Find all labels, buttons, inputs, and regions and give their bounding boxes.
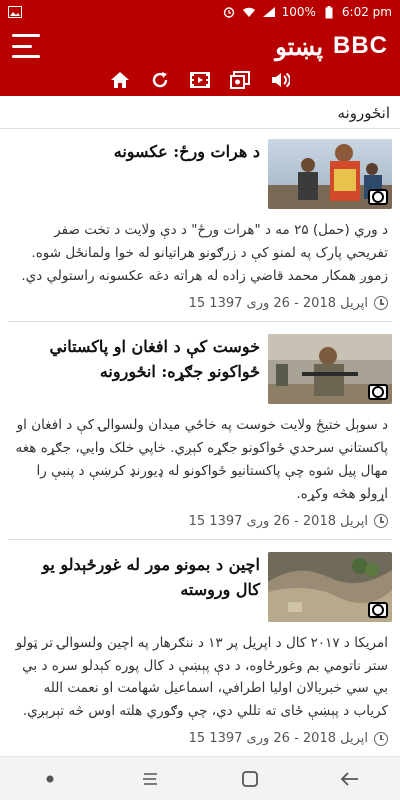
wifi-icon — [242, 6, 256, 18]
clock-icon — [374, 514, 388, 529]
article-thumbnail[interactable] — [268, 139, 392, 209]
home-button-icon[interactable] — [235, 764, 265, 794]
article-meta: 15 اپریل 2018 - 26 وری 1397 — [8, 514, 392, 529]
photo-badge-icon — [368, 383, 388, 400]
article-date: 15 اپریل 2018 - 26 وری 1397 — [188, 513, 368, 529]
battery-icon — [322, 5, 336, 18]
photo-badge-icon — [368, 189, 388, 205]
article-card[interactable]: خوست کې د افغان او پاکستاني ځواکونو جګړه… — [8, 333, 392, 540]
article-card[interactable]: اچین د بمونو مور له غورځېدلو یو کال وروس… — [8, 551, 392, 756]
article-meta: 15 اپریل 2018 - 26 وری 1397 — [8, 296, 392, 311]
section-divider — [0, 128, 400, 129]
article-list: انځورونه د هرات ورځ: عکسونه د وري (حمل) … — [0, 96, 400, 756]
brand: پښتو BBC — [275, 32, 388, 61]
article-thumbnail[interactable] — [268, 551, 392, 622]
photo-badge-icon — [368, 601, 388, 618]
video-icon[interactable] — [189, 69, 211, 91]
service-title: پښتو — [275, 31, 323, 61]
article-summary: امریکا د ۲۰۱۷ کال د اپریل پر ۱۳ د ننګرها… — [15, 634, 388, 720]
bbc-logo: BBC — [333, 32, 388, 59]
app-bar: پښتو BBC — [0, 24, 400, 68]
article-headline[interactable]: د هرات ورځ: عکسونه — [8, 139, 268, 165]
system-nav-bar — [0, 756, 400, 800]
back-icon[interactable] — [335, 764, 365, 794]
alarm-icon — [222, 6, 236, 18]
refresh-icon[interactable] — [149, 69, 171, 91]
assistant-dot-icon[interactable] — [35, 764, 65, 794]
status-bar: 100% 6:02 pm — [0, 0, 400, 24]
article-date: 15 اپریل 2018 - 26 وری 1397 — [188, 731, 368, 747]
article-meta: 15 اپریل 2018 - 26 وری 1397 — [8, 731, 392, 746]
photo-gallery-icon[interactable] — [229, 69, 251, 91]
article-thumbnail[interactable] — [268, 333, 392, 404]
recents-icon[interactable] — [135, 764, 165, 794]
menu-icon[interactable] — [12, 34, 42, 58]
home-icon[interactable] — [109, 69, 131, 91]
clock-icon — [374, 296, 388, 311]
battery-percent: 100% — [281, 5, 316, 19]
media-toolbar — [0, 68, 400, 96]
article-summary: د سوېل ختیځ ولایت خوست په خاځي میدان ولس… — [15, 416, 388, 502]
signal-icon — [262, 6, 276, 18]
audio-icon[interactable] — [269, 69, 291, 91]
article-summary: د وري (حمل) ۲۵ مه د "هرات ورځ" د دې ولای… — [21, 222, 388, 284]
gallery-notification-icon — [8, 6, 22, 18]
article-headline[interactable]: خوست کې د افغان او پاکستاني ځواکونو جګړه… — [8, 334, 268, 385]
clock-icon — [374, 731, 388, 746]
article-headline[interactable]: اچین د بمونو مور له غورځېدلو یو کال وروس… — [8, 552, 268, 603]
section-title: انځورونه — [337, 104, 390, 122]
article-date: 15 اپریل 2018 - 26 وری 1397 — [188, 295, 368, 311]
clock-time: 6:02 pm — [341, 5, 392, 19]
article-card[interactable]: د هرات ورځ: عکسونه د وري (حمل) ۲۵ مه د "… — [8, 139, 392, 322]
